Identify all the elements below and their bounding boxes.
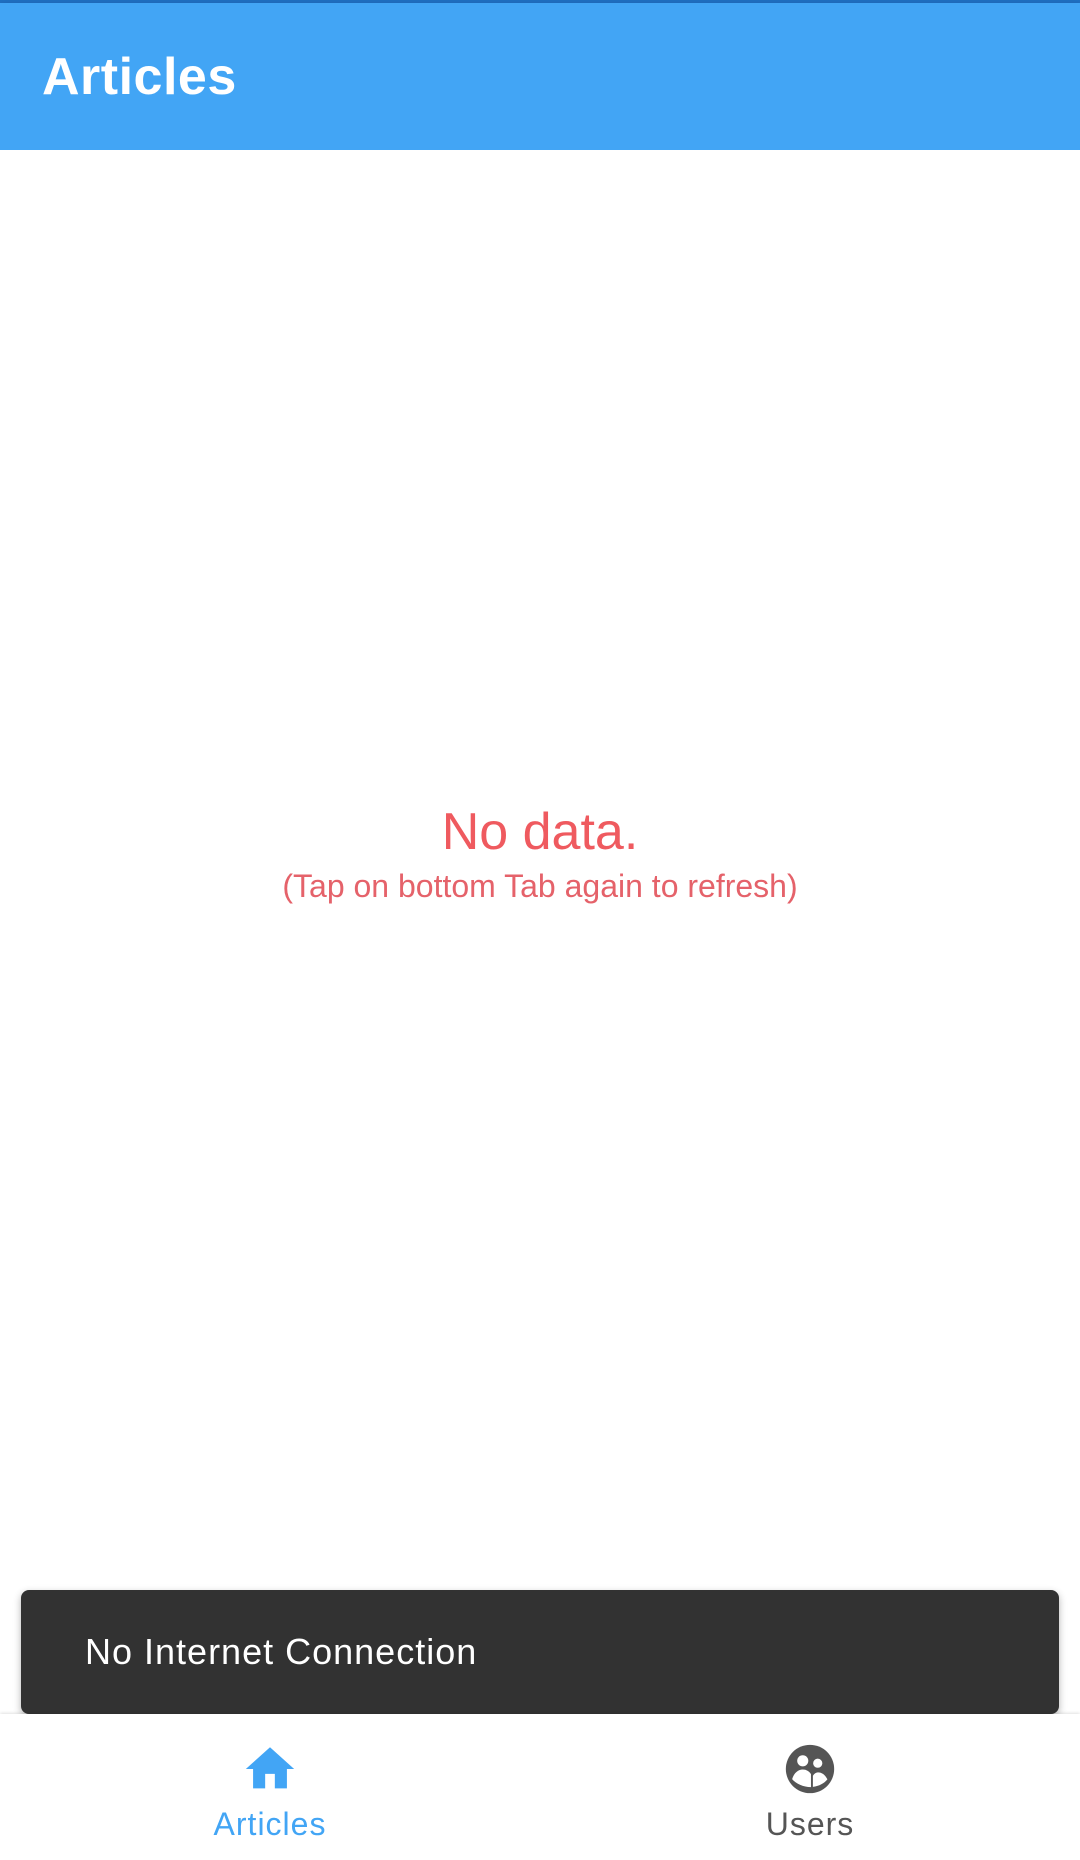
screen: Articles No data. (Tap on bottom Tab aga… xyxy=(0,0,1080,1860)
snackbar: No Internet Connection xyxy=(21,1590,1059,1714)
nav-tab-users-label: Users xyxy=(765,1806,855,1842)
content-area xyxy=(0,150,1080,1714)
bottom-navigation: Articles Users xyxy=(0,1714,1080,1860)
nav-tab-users[interactable]: Users xyxy=(540,1714,1080,1860)
nav-tab-articles[interactable]: Articles xyxy=(0,1714,540,1860)
page-title: Articles xyxy=(42,47,237,106)
home-icon xyxy=(245,1747,295,1789)
users-icon xyxy=(785,1744,835,1794)
app-bar: Articles xyxy=(0,3,1080,150)
nav-tab-articles-label: Articles xyxy=(213,1806,327,1842)
empty-state: No data. (Tap on bottom Tab again to ref… xyxy=(0,800,1080,908)
snackbar-message: No Internet Connection xyxy=(85,1631,478,1672)
empty-state-subtitle: (Tap on bottom Tab again to refresh) xyxy=(282,868,798,904)
empty-state-title: No data. xyxy=(441,803,639,861)
